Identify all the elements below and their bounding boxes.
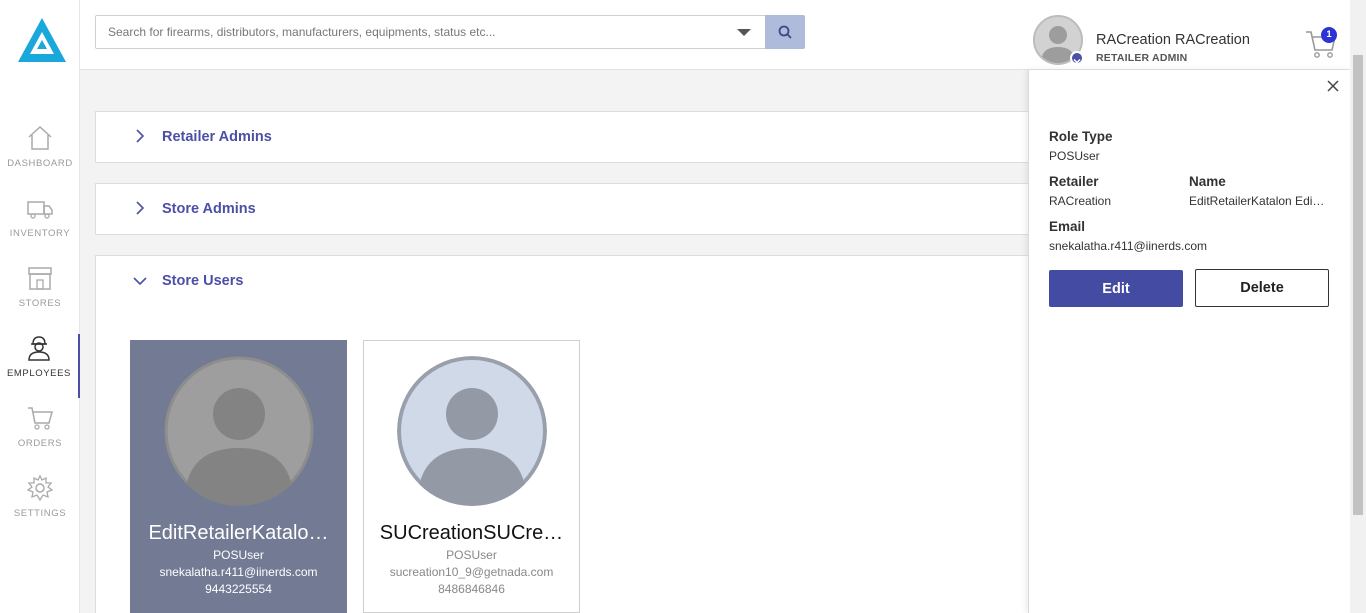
user-email: sucreation10_9@getnada.com	[389, 565, 554, 579]
section-title: Store Admins	[162, 201, 256, 217]
sidebar: DASHBOARD INVENTORY STORES EMPLOYEES ORD…	[0, 0, 80, 613]
user-role: RETAILER ADMIN	[1096, 52, 1188, 64]
sidebar-item-label: STORES	[18, 298, 62, 309]
user-role: POSUser	[213, 548, 264, 562]
sidebar-item-label: DASHBOARD	[7, 158, 73, 169]
sidebar-item-employees[interactable]: EMPLOYEES	[0, 334, 80, 398]
user-name: EditRetailerKatalo…	[148, 522, 329, 544]
section-title: Store Users	[162, 273, 244, 289]
person-icon	[164, 356, 314, 506]
search-icon	[778, 25, 792, 39]
scrollbar-thumb[interactable]	[1353, 55, 1363, 515]
sidebar-item-label: SETTINGS	[13, 508, 67, 519]
section-retailer-admins[interactable]: Retailer Admins	[95, 111, 1055, 163]
search-button[interactable]	[765, 15, 805, 49]
sidebar-item-inventory[interactable]: INVENTORY	[0, 194, 80, 258]
sidebar-item-label: INVENTORY	[9, 228, 71, 239]
role-type-value: POSUser	[1049, 149, 1100, 163]
user-phone: 9443225554	[205, 582, 272, 596]
edit-button[interactable]: Edit	[1049, 270, 1183, 307]
sidebar-item-label: ORDERS	[17, 438, 63, 449]
search-box	[95, 15, 766, 49]
gear-icon	[26, 474, 54, 502]
home-icon	[28, 125, 52, 150]
user-card[interactable]: SUCreationSUCre… POSUser sucreation10_9@…	[363, 340, 580, 613]
sidebar-item-label: EMPLOYEES	[6, 368, 71, 379]
section-store-users[interactable]: Store Users	[95, 255, 1055, 307]
user-name: RACreation RACreation	[1096, 32, 1250, 48]
name-value: EditRetailerKatalon Edi…	[1189, 194, 1325, 208]
user-phone: 8486846846	[438, 582, 505, 596]
section-title: Retailer Admins	[162, 129, 272, 145]
name-label: Name	[1189, 174, 1226, 189]
user-card[interactable]: EditRetailerKatalo… POSUser snekalatha.r…	[130, 340, 347, 613]
section-store-admins[interactable]: Store Admins	[95, 183, 1055, 235]
email-value: snekalatha.r411@iinerds.com	[1049, 239, 1208, 253]
sidebar-item-stores[interactable]: STORES	[0, 264, 80, 328]
chevron-right-icon	[136, 201, 145, 215]
user-name: SUCreationSUCre…	[379, 522, 564, 544]
user-email: snekalatha.r411@iinerds.com	[159, 565, 318, 579]
top-bar: RACreation RACreation RETAILER ADMIN 1	[80, 0, 1366, 70]
chevron-down-icon	[133, 277, 147, 286]
cart-icon	[28, 407, 53, 430]
chevron-down-icon[interactable]	[737, 29, 751, 36]
chevron-down-icon[interactable]	[1070, 51, 1084, 65]
employee-icon	[28, 336, 50, 361]
retailer-value: RACreation	[1049, 194, 1112, 208]
truck-icon	[27, 201, 53, 219]
cart-count-badge: 1	[1321, 27, 1337, 43]
sidebar-item-dashboard[interactable]: DASHBOARD	[0, 124, 80, 188]
email-label: Email	[1049, 219, 1086, 234]
chevron-right-icon	[136, 129, 145, 143]
scrollbar[interactable]	[1350, 0, 1366, 613]
user-role: POSUser	[446, 548, 497, 562]
sidebar-item-settings[interactable]: SETTINGS	[0, 474, 80, 538]
person-icon	[397, 356, 547, 506]
store-icon	[28, 267, 52, 290]
retailer-label: Retailer	[1049, 174, 1099, 189]
sidebar-item-orders[interactable]: ORDERS	[0, 404, 80, 468]
role-type-label: Role Type	[1049, 129, 1113, 144]
user-detail-panel: Role Type POSUser Retailer RACreation Na…	[1028, 70, 1350, 613]
close-icon[interactable]	[1326, 79, 1340, 93]
delete-button[interactable]: Delete	[1195, 269, 1329, 307]
app-logo[interactable]	[16, 16, 68, 64]
search-input[interactable]	[96, 16, 726, 48]
